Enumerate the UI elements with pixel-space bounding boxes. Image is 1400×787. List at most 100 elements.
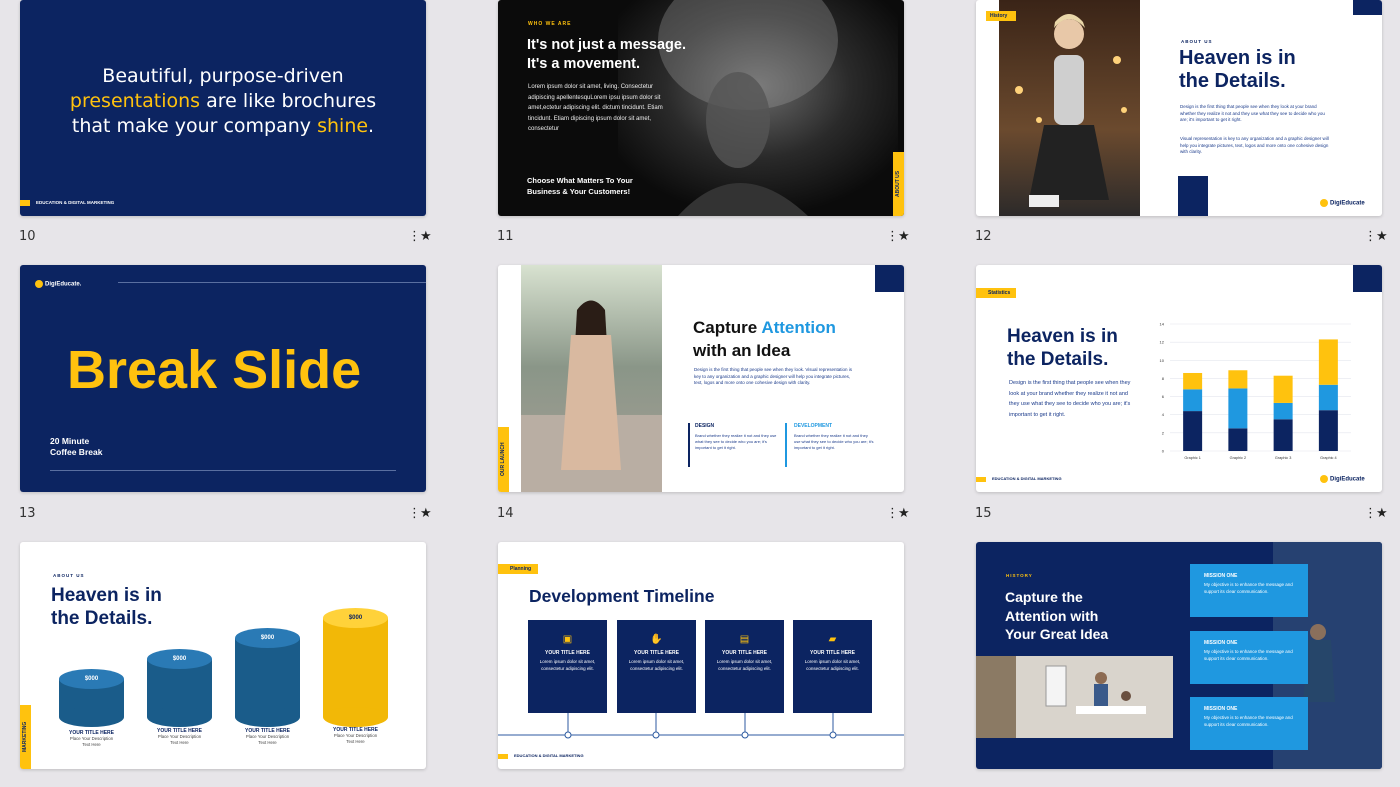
chart-bar-segment	[1183, 411, 1203, 451]
slide-16-thumbnail[interactable]: ABOUT US Heaven is in the Details. MARKE…	[20, 542, 426, 769]
mission-card: MISSION ONE My objective is to enhance t…	[1190, 631, 1308, 684]
slide-title: Heaven is in the Details.	[1007, 326, 1118, 370]
navy-corner-block	[1353, 265, 1382, 292]
cylinder-value: $000	[172, 656, 187, 662]
navy-accent-block	[1178, 176, 1208, 216]
cylinder-value: $000	[84, 676, 99, 682]
section-tag: Statistics	[976, 288, 1016, 298]
chart-y-tick-label: 14	[1160, 322, 1165, 327]
stacked-bar-chart: 0 2 4 6 8 10 12 14 Graphic 1 Graphic 2 Graphic 3 Gr…	[1160, 322, 1351, 460]
cylinder-caption: YOUR TITLE HERE Place Your Description T…	[332, 727, 378, 744]
slide-title: It's not just a message. It's a movement…	[527, 37, 686, 72]
slide-12-thumbnail[interactable]: History ABOUT US Heaven is in the Detail…	[976, 0, 1382, 216]
cylinder-caption: YOUR TITLE HERE Place Your Description T…	[156, 728, 202, 745]
navy-corner-block	[875, 265, 904, 292]
slide-eyebrow: WHO WE ARE	[528, 21, 572, 27]
chart-bar-segment	[1318, 410, 1338, 451]
slide-number-13: 13	[19, 506, 36, 521]
slide-eyebrow: HISTORY	[1006, 573, 1033, 578]
logo-dot-icon	[35, 280, 43, 288]
divider-line-bottom	[50, 470, 396, 471]
brand-logo: DigiEducate	[1320, 199, 1365, 207]
meeting-photo	[976, 656, 1173, 738]
slide-menu-icon[interactable]: ⋮★	[408, 229, 432, 244]
chart-bar-segment	[1318, 384, 1338, 411]
slide-18-thumbnail[interactable]: HISTORY Capture the Attention with Your …	[976, 542, 1382, 769]
slide-menu-icon[interactable]: ⋮★	[1364, 506, 1388, 521]
chart-x-tick-label: Graphic 2	[1230, 456, 1246, 460]
timeline-card: ▣ YOUR TITLE HERE Lorem ipsum dolor sit …	[528, 620, 607, 713]
brand-logo: DigiEducate	[1320, 475, 1365, 483]
slide-body-text-2: Visual representation is key to any orga…	[1180, 136, 1329, 154]
timeline-line	[498, 713, 904, 739]
slide-11-thumbnail[interactable]: WHO WE ARE It's not just a message. It's…	[498, 0, 904, 216]
cylinder-value: $000	[348, 615, 363, 621]
slide-17-thumbnail[interactable]: Planning Development Timeline ▣ YOUR TIT…	[498, 542, 904, 769]
slide-number-15: 15	[975, 506, 992, 521]
handshake-icon: ✋	[650, 634, 663, 645]
slide-number-10: 10	[19, 229, 36, 244]
slide-eyebrow: ABOUT US	[1181, 39, 1213, 44]
woman-photo	[521, 265, 662, 492]
slide-13-thumbnail[interactable]: DigiEducate. Break Slide 20 Minute Coffe…	[20, 265, 426, 492]
chart-bar-segment	[1273, 402, 1293, 420]
cylinder-value: $000	[260, 635, 275, 641]
mission-card: MISSION ONE My objective is to enhance t…	[1190, 564, 1308, 617]
woman-photo	[999, 0, 1140, 216]
slide-10-thumbnail[interactable]: Beautiful, purpose-driven presentations …	[20, 0, 426, 216]
chart-bar-segment	[1183, 389, 1203, 412]
mission-card: MISSION ONE My objective is to enhance t…	[1190, 697, 1308, 750]
chart-y-tick-label: 6	[1162, 394, 1165, 399]
divider-line	[118, 282, 426, 283]
slide-body-text: Lorem ipsum dolor sit amet, living. Cons…	[528, 84, 663, 132]
yellow-accent-bar	[976, 477, 986, 482]
side-tab: ABOUT US	[893, 152, 904, 216]
chart-bar-segment	[1273, 375, 1293, 403]
design-column: DESIGN Brand whether they realize it not…	[688, 423, 778, 467]
cylinder-4	[323, 618, 388, 717]
folder-icon: ▰	[828, 634, 837, 645]
slide-number-14: 14	[497, 506, 514, 521]
yellow-accent-bar	[20, 200, 30, 206]
slide-menu-icon[interactable]: ⋮★	[886, 506, 910, 521]
navy-corner-block	[1353, 0, 1382, 15]
side-tab: OUR LAUNCH	[498, 427, 509, 492]
brand-logo: DigiEducate.	[35, 280, 81, 288]
cylinder-caption: YOUR TITLE HERE Place Your Description T…	[68, 730, 114, 747]
slide-number-12: 12	[975, 229, 992, 244]
chart-bar-segment	[1318, 339, 1338, 385]
chart-y-tick-label: 0	[1162, 449, 1165, 454]
briefcase-icon: ▤	[739, 634, 750, 645]
timeline-card: ▤ YOUR TITLE HERE Lorem ipsum dolor sit …	[705, 620, 784, 713]
chart-y-tick-label: 2	[1162, 430, 1165, 435]
slide-footer: EDUCATION & DIGITAL MARKETING	[514, 753, 584, 758]
slide-body-text: Design is the first thing that people se…	[1180, 104, 1325, 122]
logo-dot-icon	[1320, 475, 1328, 483]
slide-title: Capture Attention with an Idea	[693, 318, 836, 360]
chart-bar-segment	[1228, 428, 1248, 451]
slide-14-thumbnail[interactable]: Capture Attention with an Idea Design is…	[498, 265, 904, 492]
slide-footer: EDUCATION & DIGITAL MARKETING	[992, 476, 1062, 481]
slide-body-text: Design is the first thing that people se…	[694, 367, 853, 385]
chart-bar-segment	[1273, 419, 1293, 451]
yellow-accent-bar	[498, 754, 508, 759]
chart-bar-segment	[1228, 370, 1248, 389]
slide-15-thumbnail[interactable]: Statistics Heaven is in the Details. Des…	[976, 265, 1382, 492]
slide-menu-icon[interactable]: ⋮★	[408, 506, 432, 521]
slide-10-headline: Beautiful, purpose-driven presentations …	[69, 65, 377, 137]
slide-menu-icon[interactable]: ⋮★	[886, 229, 910, 244]
chart-bar-segment	[1228, 388, 1248, 429]
slide-menu-icon[interactable]: ⋮★	[1364, 229, 1388, 244]
slide-title: Development Timeline	[529, 586, 715, 606]
timeline-card: ✋ YOUR TITLE HERE Lorem ipsum dolor sit …	[617, 620, 696, 713]
chart-bar-segment	[1183, 372, 1203, 390]
chart-y-tick-label: 4	[1162, 412, 1165, 417]
break-title: Break Slide	[67, 340, 362, 400]
chart-y-tick-label: 12	[1160, 340, 1165, 345]
section-tag: Planning	[498, 564, 538, 574]
chart-x-tick-label: Graphic 3	[1275, 456, 1291, 460]
development-column: DEVELOPMENT Brand whether they realize i…	[785, 423, 875, 467]
break-subtitle: 20 Minute Coffee Break	[50, 436, 103, 457]
chart-x-tick-label: Graphic 1	[1184, 456, 1200, 460]
section-tag: History	[986, 11, 1016, 21]
